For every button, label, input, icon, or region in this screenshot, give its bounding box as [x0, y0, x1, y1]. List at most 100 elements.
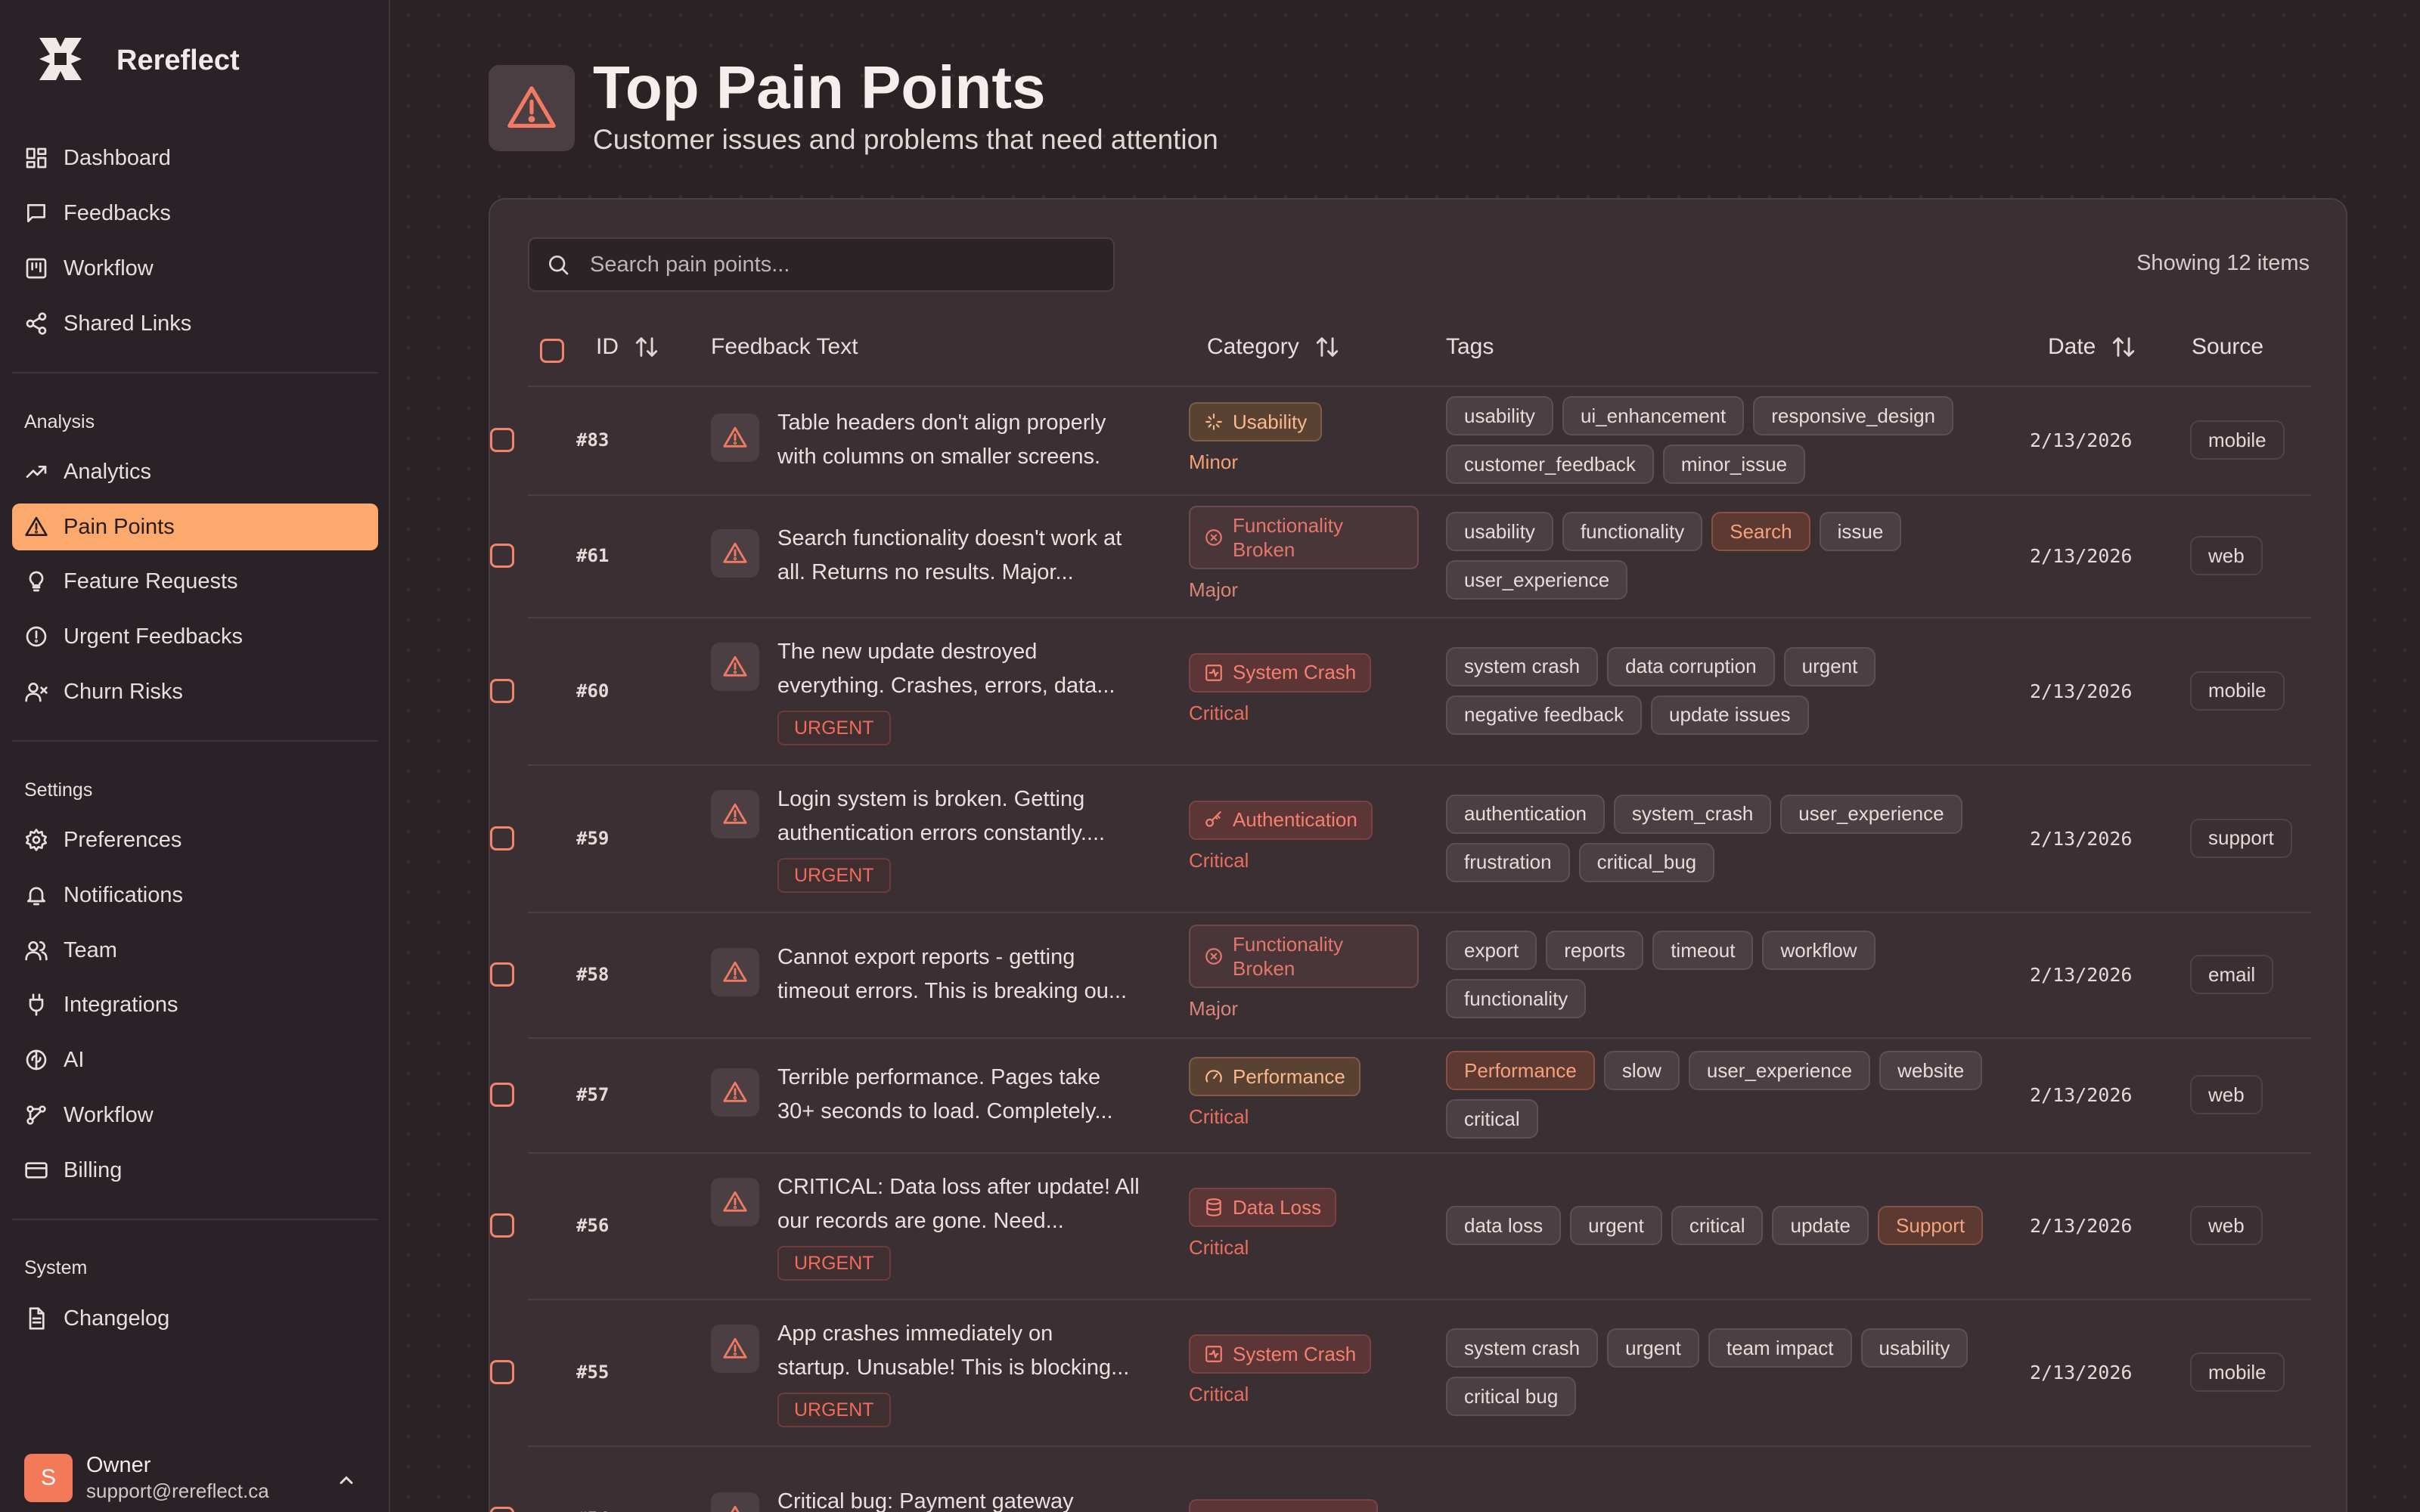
category-badge[interactable]: Usability [1189, 402, 1323, 442]
tag-chip[interactable]: frustration [1446, 842, 1570, 882]
sidebar-item-workflow[interactable]: Workflow [12, 245, 378, 292]
category-badge[interactable]: Authentication [1189, 800, 1373, 840]
sidebar-item-integrations[interactable]: Integrations [12, 981, 378, 1028]
sidebar-item-ai[interactable]: AI [12, 1036, 378, 1083]
tag-chip[interactable]: usability [1446, 512, 1553, 551]
select-all-checkbox[interactable] [540, 339, 564, 363]
feedback-text[interactable]: App crashes immediately on startup. Unusa… [777, 1317, 1163, 1385]
tag-chip[interactable]: urgent [1570, 1206, 1662, 1245]
tag-chip[interactable]: minor_issue [1662, 445, 1806, 484]
row-checkbox[interactable] [490, 962, 514, 987]
sidebar-item-dashboard[interactable]: Dashboard [12, 135, 378, 181]
category-badge[interactable]: System Crash [1189, 652, 1372, 692]
tag-chip[interactable]: responsive_design [1753, 396, 1954, 435]
tag-chip[interactable]: usability [1446, 396, 1553, 435]
tag-chip[interactable]: system_crash [1613, 794, 1772, 834]
category-badge[interactable]: Data Loss [1189, 1188, 1337, 1227]
tag-chip[interactable]: user_experience [1780, 794, 1962, 834]
feedback-text[interactable]: Cannot export reports - getting timeout e… [777, 940, 1163, 1009]
tag-chip[interactable]: functionality [1446, 979, 1587, 1018]
sidebar-item-urgent-feedbacks[interactable]: Urgent Feedbacks [12, 613, 378, 660]
sort-icon[interactable] [634, 334, 659, 360]
tag-chip[interactable]: system crash [1446, 646, 1599, 686]
feedback-text[interactable]: CRITICAL: Data loss after update! All our… [777, 1170, 1163, 1238]
tag-chip[interactable]: timeout [1652, 931, 1754, 970]
search-box[interactable] [528, 237, 1115, 292]
category-badge[interactable]: System Crash [1189, 1334, 1372, 1374]
feedback-text[interactable]: The new update destroyed everything. Cras… [777, 635, 1163, 703]
category-badge[interactable]: Functionality Broken [1189, 925, 1419, 988]
feedback-text[interactable]: Terrible performance. Pages take 30+ seco… [777, 1061, 1163, 1129]
tag-chip[interactable]: Performance [1446, 1051, 1595, 1090]
brand[interactable]: Rereflect [33, 32, 240, 90]
tag-chip[interactable]: customer_feedback [1446, 445, 1654, 484]
row-checkbox[interactable] [490, 1360, 514, 1384]
column-header-date[interactable]: Date [2048, 334, 2136, 360]
tag-chip[interactable]: critical_bug [1578, 842, 1715, 882]
tag-chip[interactable]: critical [1446, 1099, 1538, 1139]
sidebar-item-changelog[interactable]: Changelog [12, 1295, 378, 1342]
tag-chip[interactable]: export [1446, 931, 1537, 970]
tag-chip[interactable]: functionality [1562, 512, 1703, 551]
chevron-up-icon[interactable] [336, 1470, 357, 1491]
sidebar-item-feature-requests[interactable]: Feature Requests [12, 558, 378, 605]
tag-chip[interactable]: update issues [1651, 695, 1809, 735]
sidebar-item-feedbacks[interactable]: Feedbacks [12, 190, 378, 237]
sidebar-item-billing[interactable]: Billing [12, 1147, 378, 1194]
row-checkbox[interactable] [490, 1083, 514, 1107]
sort-icon[interactable] [2111, 334, 2136, 360]
category-badge[interactable]: Functionality Broken [1189, 506, 1419, 569]
feedback-text[interactable]: Table headers don't align properly with c… [777, 406, 1163, 474]
tag-chip[interactable]: urgent [1783, 646, 1876, 686]
sort-icon[interactable] [1314, 334, 1340, 360]
feedback-text[interactable]: Login system is broken. Getting authentic… [777, 782, 1163, 850]
tag-chip[interactable]: user_experience [1446, 560, 1628, 600]
tag-chip[interactable]: update [1772, 1206, 1869, 1245]
tag-chip[interactable]: system crash [1446, 1328, 1599, 1368]
row-date: 2/13/2026 [2030, 680, 2133, 702]
tag-chip[interactable]: authentication [1446, 794, 1605, 834]
sidebar-item-workflow[interactable]: Workflow [12, 1092, 378, 1139]
row-checkbox[interactable] [490, 428, 514, 452]
row-checkbox[interactable] [490, 1213, 514, 1238]
feedback-text[interactable]: Critical bug: Payment gatewayfailing wit… [777, 1485, 1163, 1512]
tag-chip[interactable]: critical [1671, 1206, 1764, 1245]
tag-chip[interactable]: usability [1860, 1328, 1969, 1368]
user-card[interactable]: S Owner support@rereflect.ca [24, 1452, 369, 1504]
feedback-text-line: Login system is broken. Getting [777, 787, 1085, 811]
row-checkbox[interactable] [490, 1507, 514, 1512]
sidebar-item-shared-links[interactable]: Shared Links [12, 300, 378, 347]
tag-chip[interactable]: ui_enhancement [1562, 396, 1745, 435]
row-warning-icon [711, 414, 759, 462]
row-checkbox[interactable] [490, 544, 514, 568]
category-badge[interactable]: Payment Issue [1189, 1499, 1378, 1512]
sidebar-item-analytics[interactable]: Analytics [12, 448, 378, 495]
row-checkbox[interactable] [490, 678, 514, 703]
tag-chip[interactable]: critical bug [1446, 1377, 1577, 1416]
column-header-category[interactable]: Category [1207, 334, 1340, 360]
severity-label: Major [1189, 578, 1239, 601]
sidebar-item-notifications[interactable]: Notifications [12, 872, 378, 919]
search-input[interactable] [590, 252, 1089, 277]
column-header-id[interactable]: ID [596, 334, 659, 360]
tag-chip[interactable]: workflow [1762, 931, 1876, 970]
tag-chip[interactable]: user_experience [1688, 1051, 1871, 1090]
tag-chip[interactable]: Support [1878, 1206, 1984, 1245]
tag-chip[interactable]: team impact [1708, 1328, 1852, 1368]
row-checkbox[interactable] [490, 826, 514, 850]
tag-chip[interactable]: reports [1546, 931, 1644, 970]
tag-chip[interactable]: Search [1711, 512, 1810, 551]
feedback-text[interactable]: Search functionality doesn't work at all.… [777, 522, 1163, 590]
sidebar-item-pain-points[interactable]: Pain Points [12, 503, 378, 550]
category-badge[interactable]: Performance [1189, 1057, 1360, 1096]
sidebar-item-churn-risks[interactable]: Churn Risks [12, 668, 378, 715]
sidebar-item-preferences[interactable]: Preferences [12, 816, 378, 863]
tag-chip[interactable]: urgent [1607, 1328, 1699, 1368]
sidebar-item-team[interactable]: Team [12, 927, 378, 974]
tag-chip[interactable]: website [1879, 1051, 1983, 1090]
tag-chip[interactable]: negative feedback [1446, 695, 1643, 735]
tag-chip[interactable]: issue [1819, 512, 1902, 551]
tag-chip[interactable]: data loss [1446, 1206, 1562, 1245]
tag-chip[interactable]: slow [1603, 1051, 1680, 1090]
tag-chip[interactable]: data corruption [1607, 646, 1775, 686]
